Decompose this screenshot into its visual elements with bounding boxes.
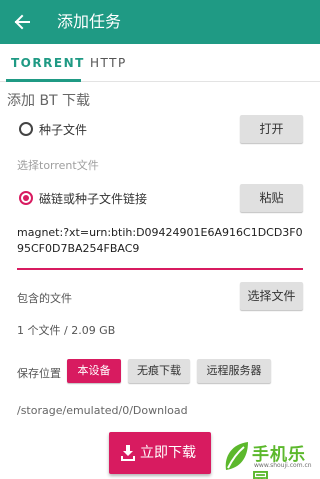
torrent-file-radio[interactable]: [19, 122, 33, 136]
location-device-button[interactable]: 本设备: [67, 359, 121, 383]
magnet-label[interactable]: 磁链或种子文件链接: [39, 190, 147, 207]
paste-button[interactable]: 粘贴: [240, 184, 303, 212]
magnet-input-underline: [17, 268, 303, 270]
save-path: /storage/emulated/0/Download: [17, 404, 188, 417]
magnet-input[interactable]: magnet:?xt=urn:btih:D09424901E6A916C1DCD…: [17, 225, 304, 257]
tab-indicator: [6, 79, 81, 82]
watermark-url: www.shouji.com.cn: [254, 462, 312, 469]
download-icon: [121, 445, 135, 461]
watermark-text: 手机乐园: [252, 445, 306, 479]
torrent-hint: 选择torrent文件: [17, 159, 99, 172]
choose-files-button[interactable]: 选择文件: [240, 282, 303, 310]
files-label: 包含的文件: [17, 292, 72, 305]
torrent-file-label[interactable]: 种子文件: [39, 121, 87, 138]
magnet-radio[interactable]: [19, 191, 33, 205]
download-now-button[interactable]: 立即下载: [109, 432, 211, 474]
back-arrow-icon[interactable]: [12, 10, 32, 34]
tab-bar: TORRENT HTTP: [0, 44, 320, 82]
app-bar: 添加任务: [0, 0, 320, 44]
save-location-label: 保存位置: [17, 367, 61, 380]
tab-http[interactable]: HTTP: [90, 56, 127, 70]
location-remote-button[interactable]: 远程服务器: [197, 359, 271, 383]
open-button[interactable]: 打开: [240, 115, 303, 143]
section-title: 添加 BT 下载: [7, 93, 91, 109]
tab-torrent[interactable]: TORRENT: [11, 56, 85, 70]
location-incognito-button[interactable]: 无痕下载: [128, 359, 190, 383]
download-now-label: 立即下载: [140, 445, 196, 461]
files-summary: 1 个文件 / 2.09 GB: [17, 324, 116, 337]
watermark-logo: 手机乐园 www.shouji.com.cn: [222, 440, 318, 479]
watermark-leaf-icon: [225, 442, 248, 470]
page-title: 添加任务: [57, 12, 122, 31]
